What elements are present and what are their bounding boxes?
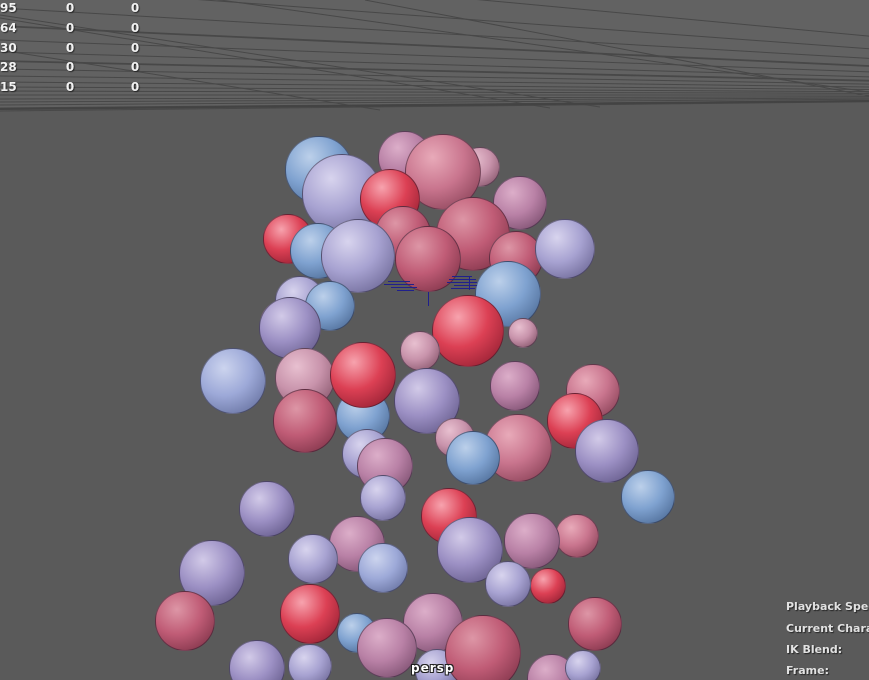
poly-count-value: 0	[65, 1, 75, 15]
sphere-rose[interactable]	[555, 514, 599, 558]
poly-count-value: 15	[0, 80, 17, 95]
sphere-red[interactable]	[330, 342, 396, 408]
poly-count-value: 0	[130, 1, 140, 15]
poly-count-value: 0	[65, 40, 75, 55]
poly-count-value: 0	[130, 20, 140, 35]
sphere-purple[interactable]	[239, 481, 295, 537]
sphere-darkrose[interactable]	[445, 615, 521, 680]
sphere-blue[interactable]	[621, 470, 675, 524]
sphere-purple[interactable]	[229, 640, 285, 680]
poly-count-value: 64	[0, 20, 17, 35]
sphere-lavender[interactable]	[535, 219, 595, 279]
sphere-lavender[interactable]	[360, 475, 406, 521]
sphere-red[interactable]	[530, 568, 566, 604]
sphere-purple[interactable]	[575, 419, 639, 483]
sphere-mauve[interactable]	[357, 618, 417, 678]
sphere-lavender[interactable]	[288, 534, 338, 584]
sphere-periwinkle[interactable]	[358, 543, 408, 593]
sphere-darkrose[interactable]	[155, 591, 215, 651]
sphere-periwinkle[interactable]	[200, 348, 266, 414]
poly-count-value: 95	[0, 1, 17, 15]
poly-count-value: 30	[0, 40, 17, 55]
poly-count-value: 0	[130, 60, 140, 75]
sphere-lavender[interactable]	[485, 561, 531, 607]
perspective-viewport[interactable]: 95 0 0 64 0 0 30 0 0 28 0 0 15 0 0 Playback Speed: Curr…	[0, 0, 869, 680]
camera-label: persp	[411, 661, 455, 675]
sphere-pink[interactable]	[400, 331, 440, 371]
sphere-pink[interactable]	[508, 318, 538, 348]
sphere-darkrose[interactable]	[395, 226, 461, 292]
sphere-layer	[0, 0, 869, 680]
sphere-darkrose[interactable]	[568, 597, 622, 651]
sphere-darkrose[interactable]	[273, 389, 337, 453]
sphere-lavender[interactable]	[565, 650, 601, 680]
hud-label: Playback Speed:	[786, 600, 869, 613]
poly-count-value: 0	[65, 80, 75, 95]
poly-count-value: 0	[65, 20, 75, 35]
poly-count-value: 28	[0, 60, 17, 75]
poly-count-value: 0	[65, 60, 75, 75]
sphere-mauve[interactable]	[490, 361, 540, 411]
sphere-red[interactable]	[432, 295, 504, 367]
hud-label: Frame:	[786, 664, 829, 677]
poly-count-value: 0	[130, 80, 140, 95]
hud-label: IK Blend:	[786, 643, 843, 656]
sphere-red[interactable]	[280, 584, 340, 644]
sphere-lavender[interactable]	[288, 644, 332, 680]
poly-count-value: 0	[130, 40, 140, 55]
hud-label: Current Character:	[786, 622, 869, 635]
sphere-blue[interactable]	[446, 431, 500, 485]
